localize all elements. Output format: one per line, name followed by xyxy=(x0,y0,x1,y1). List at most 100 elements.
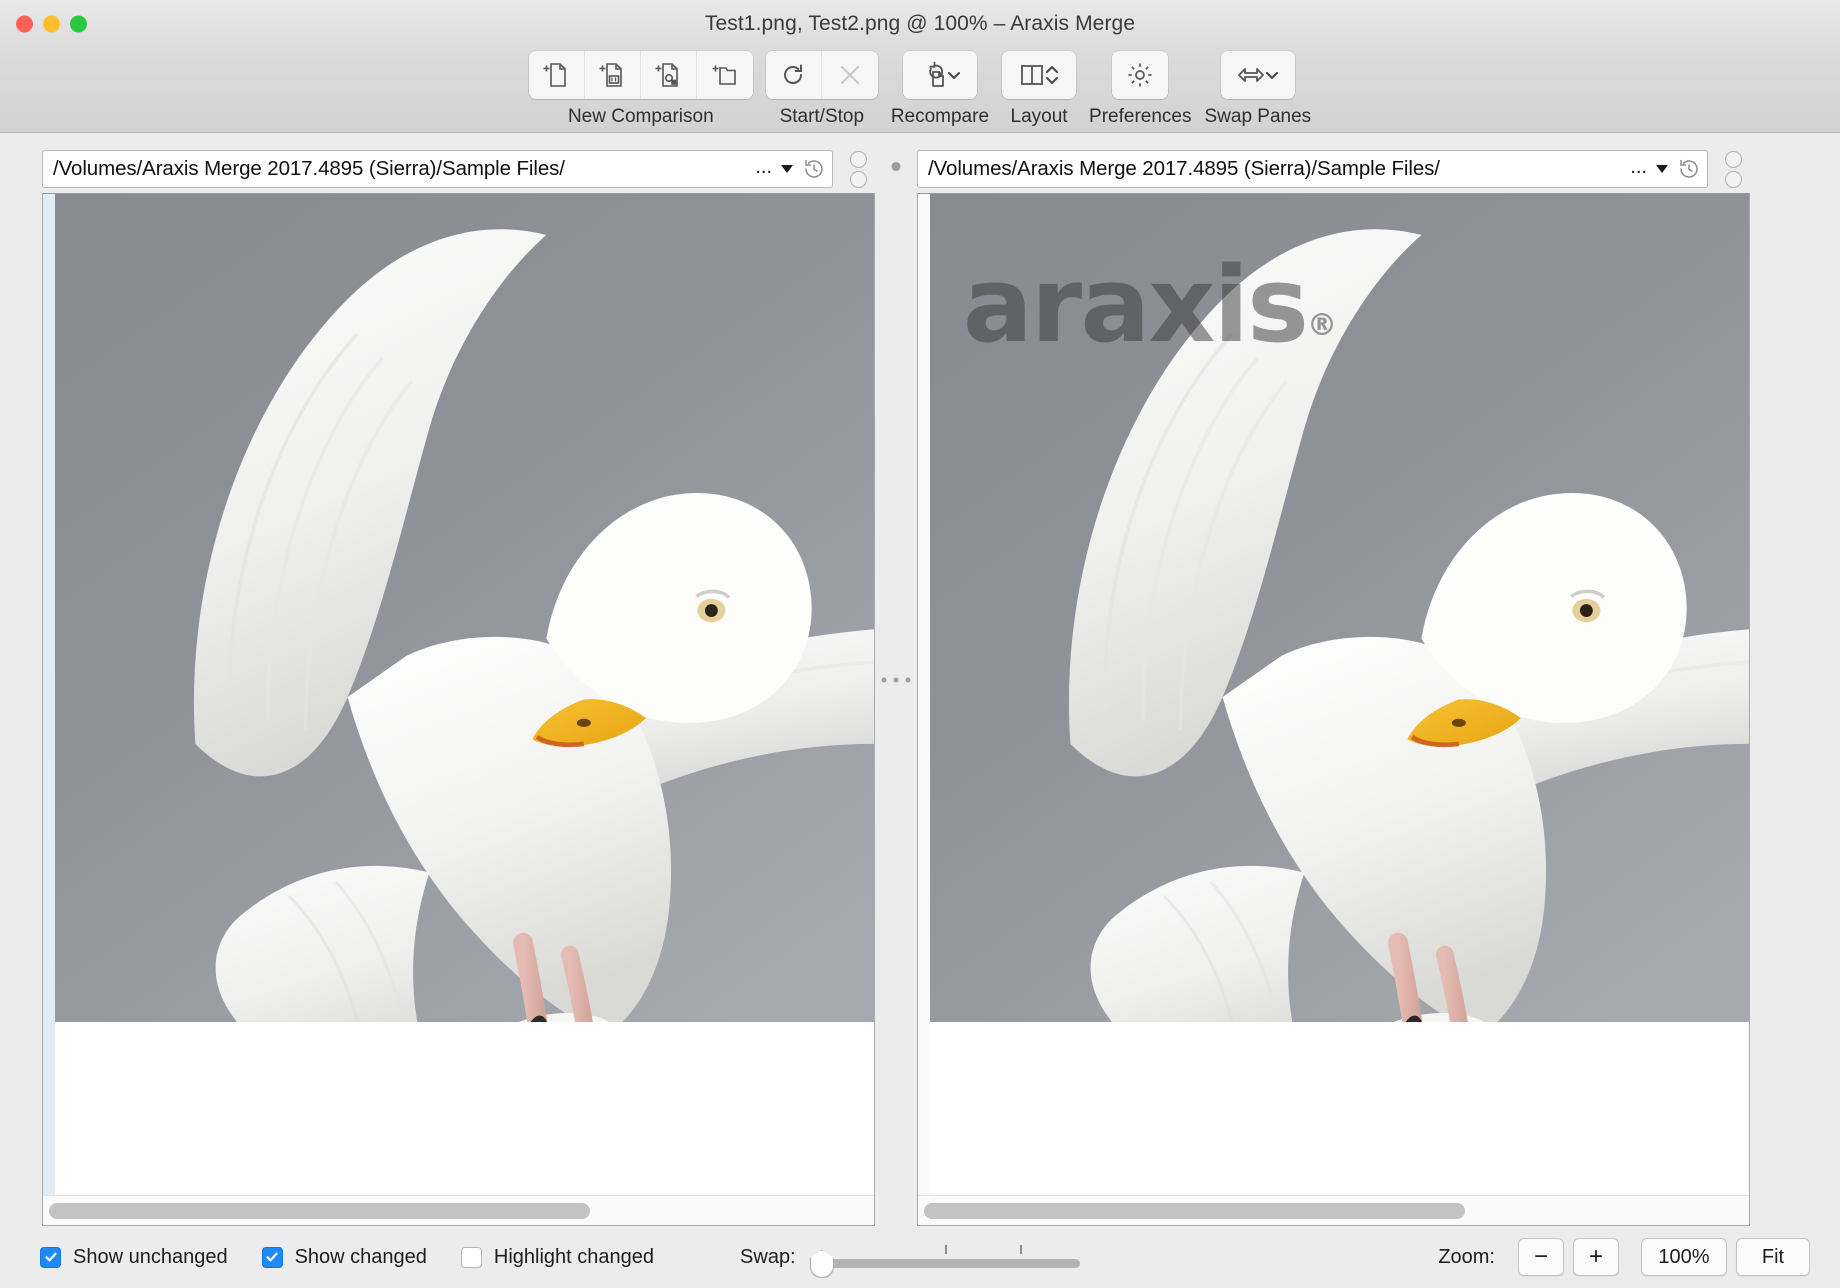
swap-slider-tick-mid xyxy=(945,1245,947,1254)
new-folder-comparison-button[interactable] xyxy=(697,51,753,99)
swap-slider-knob[interactable] xyxy=(810,1250,834,1278)
new-image-comparison-button[interactable] xyxy=(641,51,697,99)
right-path-field[interactable]: /Volumes/Araxis Merge 2017.4895 (Sierra)… xyxy=(917,150,1708,188)
recompare-button[interactable] xyxy=(903,51,977,99)
right-path-ellipsis: ... xyxy=(1630,156,1647,183)
toolbar-group-layout: Layout xyxy=(1002,51,1076,128)
left-image-viewer xyxy=(42,193,875,1226)
title-bar: Test1.png, Test2.png @ 100% – Araxis Mer… xyxy=(0,0,1840,48)
checkbox-highlight-changed[interactable]: Highlight changed xyxy=(461,1246,654,1269)
swap-panes-chevron-down-icon[interactable] xyxy=(1264,67,1280,83)
close-window-button[interactable] xyxy=(16,16,33,33)
left-path-row: /Volumes/Araxis Merge 2017.4895 (Sierra)… xyxy=(42,133,875,193)
show-changed-label: Show changed xyxy=(295,1246,427,1269)
swap-panes-control xyxy=(1221,51,1295,99)
left-sync-indicators[interactable] xyxy=(833,151,875,188)
swap-slider-label: Swap: xyxy=(740,1246,796,1269)
right-horizontal-scrollbar[interactable] xyxy=(918,1195,1749,1225)
window-title: Test1.png, Test2.png @ 100% – Araxis Mer… xyxy=(0,12,1840,36)
right-path-history-icon[interactable] xyxy=(1677,157,1701,181)
zoom-in-button[interactable]: + xyxy=(1573,1238,1619,1276)
left-scrollbar-thumb[interactable] xyxy=(49,1203,590,1219)
divider-drag-handle[interactable] xyxy=(882,677,911,682)
right-pane: /Volumes/Araxis Merge 2017.4895 (Sierra)… xyxy=(917,133,1750,1226)
left-sync-circle-bottom[interactable] xyxy=(850,171,867,188)
toolbar-label-swap-panes: Swap Panes xyxy=(1204,106,1311,128)
status-bar: Show unchanged Show changed Highlight ch… xyxy=(0,1226,1840,1288)
zoom-controls-label: Zoom: xyxy=(1438,1246,1495,1269)
traffic-lights xyxy=(16,16,87,33)
toolbar-group-start-stop: Start/Stop xyxy=(766,51,878,128)
highlight-changed-label: Highlight changed xyxy=(494,1246,654,1269)
left-image-holder[interactable] xyxy=(55,194,874,1195)
right-gutter xyxy=(1750,133,1792,1226)
preferences-button[interactable] xyxy=(1112,51,1168,99)
right-path-row: /Volumes/Araxis Merge 2017.4895 (Sierra)… xyxy=(917,133,1750,193)
pane-divider[interactable] xyxy=(875,133,917,1226)
toolbar-group-new-comparison: New Comparison xyxy=(529,51,753,128)
panes-row: /Volumes/Araxis Merge 2017.4895 (Sierra)… xyxy=(0,133,1840,1226)
start-button[interactable] xyxy=(766,51,822,99)
layout-button[interactable] xyxy=(1002,51,1076,99)
swap-slider-track[interactable] xyxy=(816,1259,1080,1268)
toolbar-group-recompare: Recompare xyxy=(891,51,989,128)
preferences-control xyxy=(1112,51,1168,99)
layout-chevron-updown-icon[interactable] xyxy=(1044,64,1060,86)
recompare-chevron-down-icon[interactable] xyxy=(946,67,962,83)
show-unchanged-label: Show unchanged xyxy=(73,1246,228,1269)
stop-button[interactable] xyxy=(822,51,878,99)
start-stop-segmented-control xyxy=(766,51,878,99)
checkbox-show-unchanged[interactable]: Show unchanged xyxy=(40,1246,228,1269)
left-viewer-body xyxy=(43,194,874,1195)
zoom-out-button[interactable]: − xyxy=(1518,1238,1564,1276)
toolbar-group-preferences: Preferences xyxy=(1089,51,1191,128)
left-path-dropdown-caret-icon[interactable] xyxy=(781,165,793,173)
toolbar-label-layout: Layout xyxy=(1011,106,1068,128)
toolbar-label-start-stop: Start/Stop xyxy=(780,106,865,128)
right-path-text[interactable]: /Volumes/Araxis Merge 2017.4895 (Sierra)… xyxy=(928,157,1624,181)
new-text-comparison-button[interactable] xyxy=(529,51,585,99)
maximize-window-button[interactable] xyxy=(70,16,87,33)
right-sync-indicators[interactable] xyxy=(1708,151,1750,188)
toolbar-label-new-comparison: New Comparison xyxy=(568,106,714,128)
left-seagull-image xyxy=(55,194,874,1022)
recompare-control xyxy=(903,51,977,99)
right-path-dropdown-caret-icon[interactable] xyxy=(1656,165,1668,173)
left-path-text[interactable]: /Volumes/Araxis Merge 2017.4895 (Sierra)… xyxy=(53,157,749,181)
left-path-history-icon[interactable] xyxy=(802,157,826,181)
new-binary-comparison-button[interactable] xyxy=(585,51,641,99)
left-path-ellipsis: ... xyxy=(755,156,772,183)
right-seagull-image: araxis® xyxy=(930,194,1749,1022)
left-sync-circle-top[interactable] xyxy=(850,151,867,168)
show-unchanged-checkbox[interactable] xyxy=(40,1247,61,1268)
new-comparison-segmented-control xyxy=(529,51,753,99)
swap-slider-tick-high xyxy=(1020,1245,1022,1254)
araxis-watermark-mark: ® xyxy=(1307,308,1335,343)
minimize-window-button[interactable] xyxy=(43,16,60,33)
swap-slider[interactable] xyxy=(810,1240,1080,1274)
left-horizontal-scrollbar[interactable] xyxy=(43,1195,874,1225)
zoom-fit-button[interactable]: Fit xyxy=(1736,1238,1810,1276)
araxis-watermark: araxis® xyxy=(963,244,1335,366)
left-change-margin xyxy=(43,194,55,1195)
swap-panes-button[interactable] xyxy=(1221,51,1295,99)
toolbar-group-swap-panes: Swap Panes xyxy=(1204,51,1311,128)
right-image-holder[interactable]: araxis® xyxy=(930,194,1749,1195)
left-path-field[interactable]: /Volumes/Araxis Merge 2017.4895 (Sierra)… xyxy=(42,150,833,188)
toolbar-label-preferences: Preferences xyxy=(1089,106,1191,128)
right-image-viewer: araxis® xyxy=(917,193,1750,1226)
right-scrollbar-thumb[interactable] xyxy=(924,1203,1465,1219)
divider-link-dot-icon xyxy=(892,162,901,171)
right-sync-circle-top[interactable] xyxy=(1725,151,1742,168)
highlight-changed-checkbox[interactable] xyxy=(461,1247,482,1268)
show-changed-checkbox[interactable] xyxy=(262,1247,283,1268)
checkbox-show-changed[interactable]: Show changed xyxy=(262,1246,427,1269)
zoom-100-percent-button[interactable]: 100% xyxy=(1641,1238,1727,1276)
left-pane: /Volumes/Araxis Merge 2017.4895 (Sierra)… xyxy=(42,133,875,1226)
right-sync-circle-bottom[interactable] xyxy=(1725,171,1742,188)
layout-control xyxy=(1002,51,1076,99)
comparison-content: /Volumes/Araxis Merge 2017.4895 (Sierra)… xyxy=(0,133,1840,1288)
araxis-merge-window: Test1.png, Test2.png @ 100% – Araxis Mer… xyxy=(0,0,1840,1288)
toolbar-label-recompare: Recompare xyxy=(891,106,989,128)
right-viewer-body: araxis® xyxy=(918,194,1749,1195)
